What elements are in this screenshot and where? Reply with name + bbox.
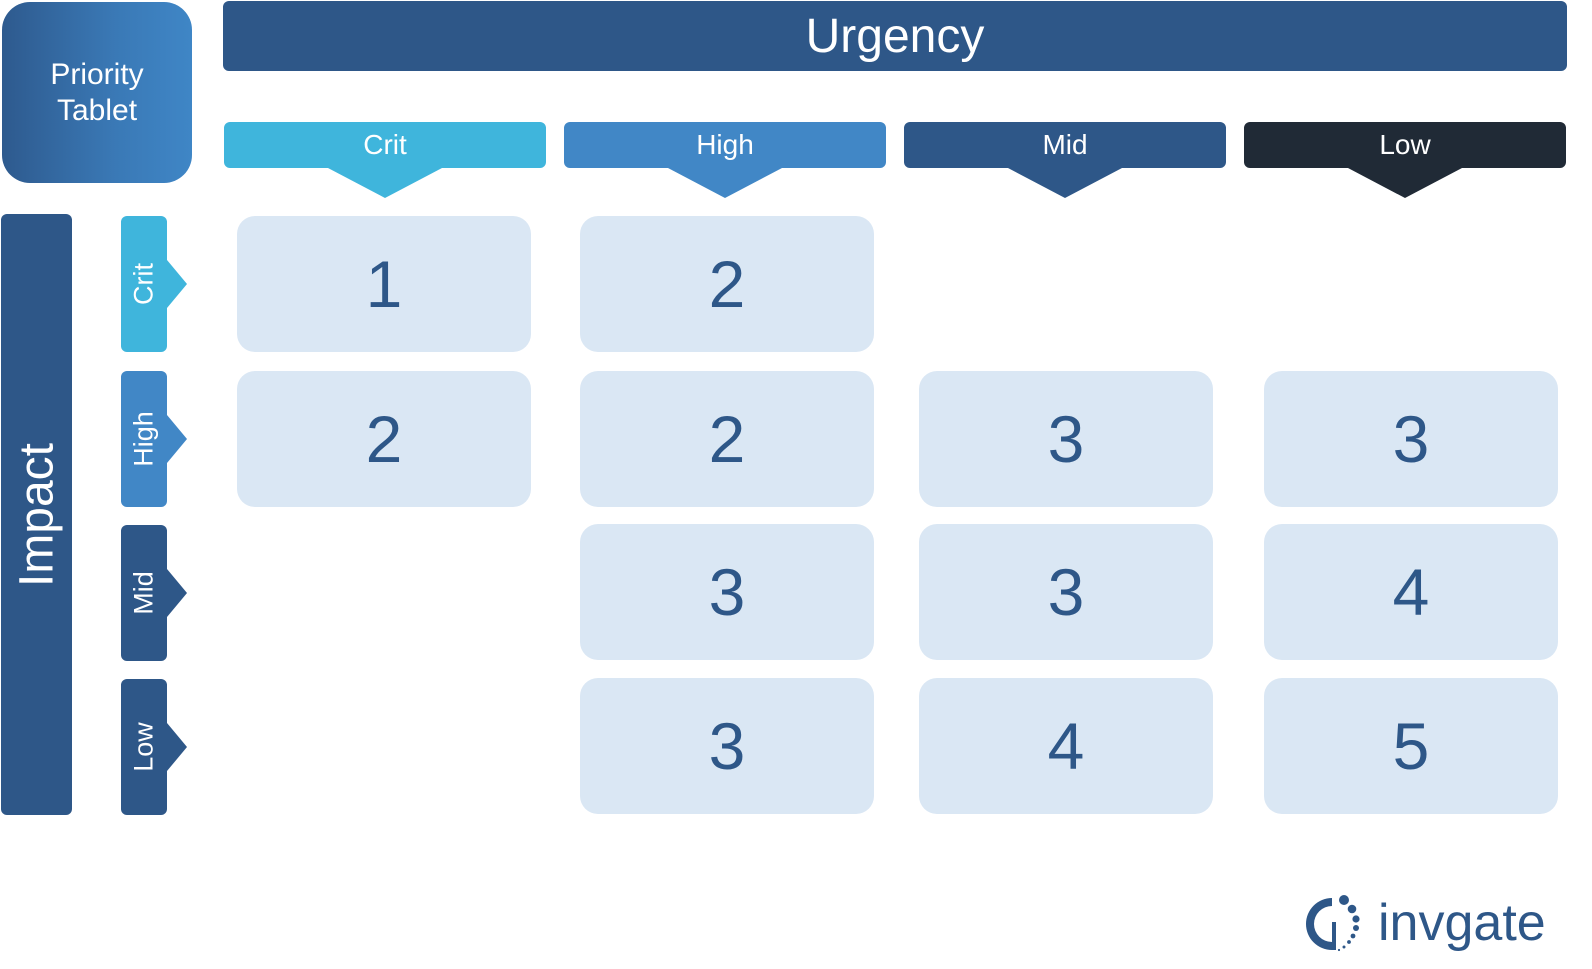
priority-cell: 3 <box>919 524 1213 660</box>
invgate-logo: invgate <box>1306 892 1546 954</box>
priority-cell: 4 <box>1264 524 1558 660</box>
arrow-down-icon <box>668 168 782 198</box>
priority-cell: 2 <box>580 371 874 507</box>
urgency-header-mid: Mid <box>904 122 1226 198</box>
impact-header-label: Crit <box>128 263 159 305</box>
impact-header-mid: Mid <box>121 525 187 661</box>
priority-value: 3 <box>1047 555 1085 629</box>
urgency-axis-header: Urgency <box>223 1 1567 71</box>
priority-value: 2 <box>365 402 403 476</box>
arrow-down-icon <box>1348 168 1462 198</box>
urgency-header-label: Crit <box>363 129 407 160</box>
arrow-right-icon <box>167 569 187 617</box>
priority-value: 3 <box>708 709 746 783</box>
urgency-header-high: High <box>564 122 886 198</box>
arrow-down-icon <box>1008 168 1122 198</box>
priority-tablet-title: Priority Tablet <box>2 2 192 183</box>
priority-value: 4 <box>1047 709 1085 783</box>
urgency-header-crit: Crit <box>224 122 546 198</box>
priority-value: 3 <box>708 555 746 629</box>
urgency-header-label: High <box>696 129 754 160</box>
arrow-right-icon <box>167 260 187 308</box>
impact-header-label: High <box>128 411 159 467</box>
priority-value: 1 <box>365 247 403 321</box>
priority-cell: 3 <box>580 524 874 660</box>
priority-cell: 3 <box>1264 371 1558 507</box>
impact-header-crit: Crit <box>121 216 187 352</box>
invgate-wordmark: invgate <box>1378 894 1546 952</box>
impact-header-label: Mid <box>128 571 159 615</box>
priority-value: 5 <box>1392 709 1430 783</box>
priority-cell: 5 <box>1264 678 1558 814</box>
priority-cell: 3 <box>919 371 1213 507</box>
urgency-header-low: Low <box>1244 122 1566 198</box>
priority-cell: 2 <box>580 216 874 352</box>
title-line-2: Tablet <box>56 93 138 127</box>
priority-value: 2 <box>708 402 746 476</box>
impact-axis-header: Impact <box>1 214 72 815</box>
impact-header-low: Low <box>121 679 187 815</box>
impact-header-high: High <box>121 371 187 507</box>
priority-value: 2 <box>708 247 746 321</box>
arrow-right-icon <box>167 415 187 463</box>
priority-value: 4 <box>1392 555 1430 629</box>
priority-cell: 3 <box>580 678 874 814</box>
priority-cell: 4 <box>919 678 1213 814</box>
impact-label: Impact <box>10 442 63 587</box>
urgency-header-label: Low <box>1379 129 1431 160</box>
invgate-logo-icon <box>1306 895 1360 952</box>
priority-value: 3 <box>1392 402 1430 476</box>
priority-value: 3 <box>1047 402 1085 476</box>
priority-cell: 2 <box>237 371 531 507</box>
arrow-down-icon <box>328 168 442 198</box>
title-line-1: Priority <box>50 57 144 91</box>
urgency-header-label: Mid <box>1042 129 1088 160</box>
urgency-label: Urgency <box>805 9 985 63</box>
impact-header-label: Low <box>128 722 159 772</box>
priority-cell: 1 <box>237 216 531 352</box>
arrow-right-icon <box>167 723 187 771</box>
